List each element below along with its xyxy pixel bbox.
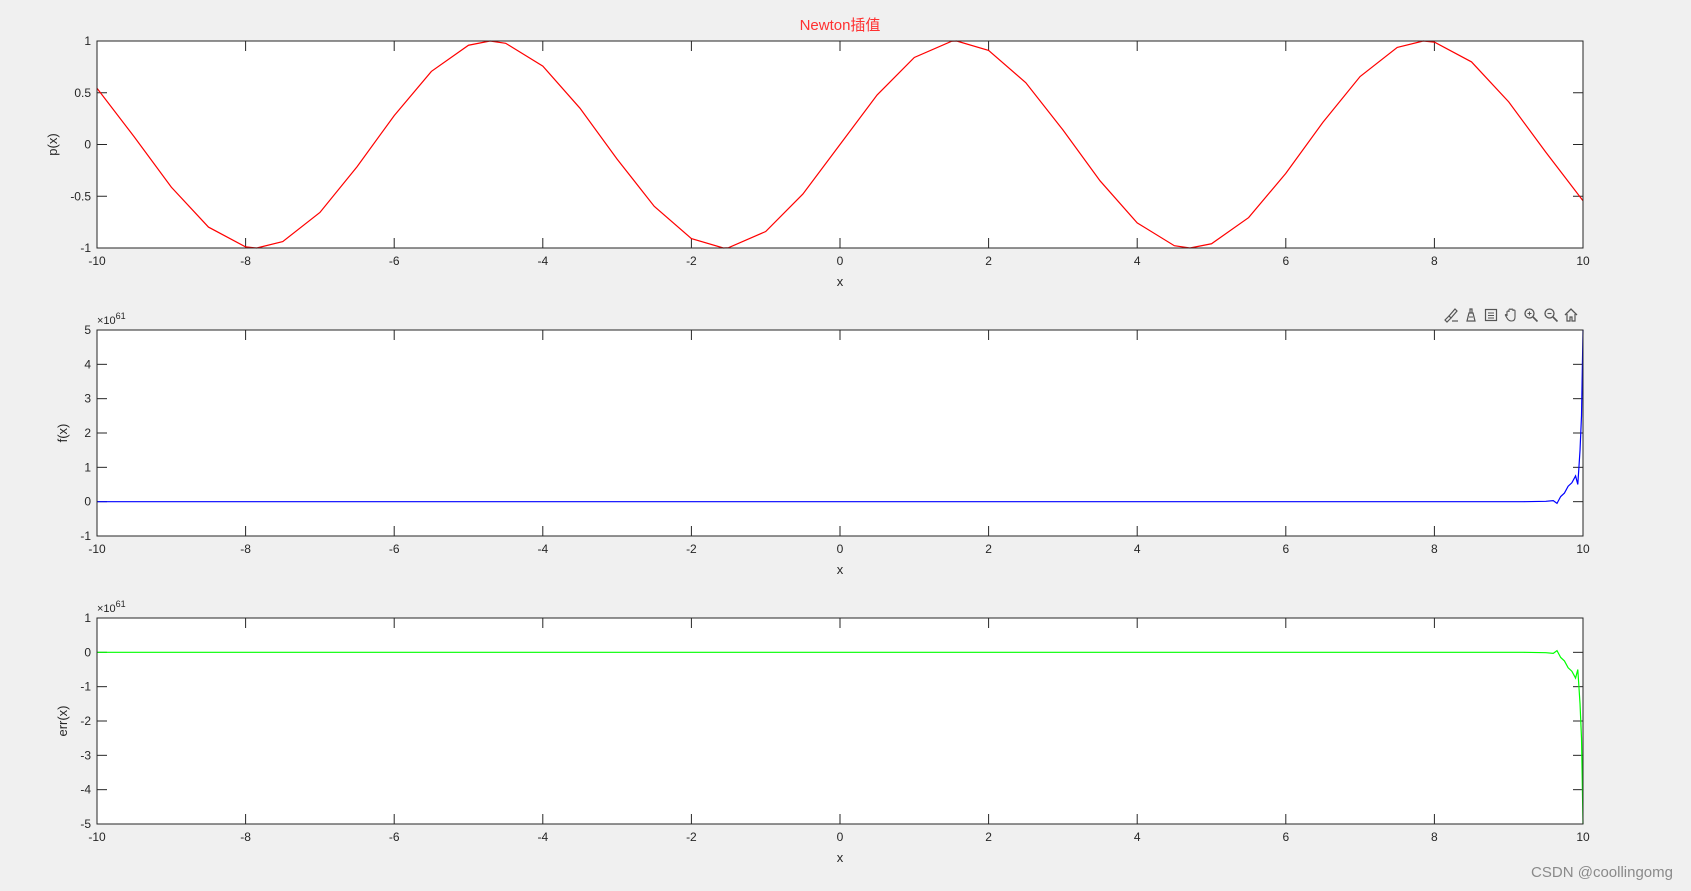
x-tick-label: 8 — [1431, 830, 1438, 844]
y-tick-label: -1 — [80, 680, 91, 694]
y-axis-label: p(x) — [45, 133, 60, 155]
x-tick-label: -10 — [88, 830, 106, 844]
x-tick-label: 8 — [1431, 542, 1438, 556]
y-axis-label: err(x) — [55, 705, 70, 736]
plot-area — [97, 330, 1583, 536]
x-tick-label: -8 — [240, 830, 251, 844]
x-tick-label: 2 — [985, 254, 992, 268]
figure-title: Newton插值 — [800, 17, 881, 34]
x-tick-label: 0 — [837, 542, 844, 556]
y-tick-label: 0 — [84, 138, 91, 152]
y-tick-label: -1 — [80, 241, 91, 255]
x-tick-label: -2 — [686, 830, 697, 844]
x-axis-label: x — [837, 274, 844, 289]
axes-f: -10 -8 -6 -4 -2 0 2 4 6 8 10543210-1×1061xf(x) — [55, 311, 1590, 577]
y-tick-label: -3 — [80, 748, 91, 762]
watermark: CSDN @coollingomg — [1531, 864, 1673, 881]
x-tick-label: 6 — [1282, 542, 1289, 556]
y-tick-label: -2 — [80, 714, 91, 728]
y-exponent-label: ×1061 — [97, 311, 126, 327]
x-tick-label: -4 — [537, 830, 548, 844]
x-tick-label: 4 — [1134, 830, 1141, 844]
x-tick-label: -6 — [389, 254, 400, 268]
x-tick-label: -2 — [686, 542, 697, 556]
figure: Newton插值 -10 -8 -6 -4 -2 0 2 4 6 8 1010.50-0.5-1xp… — [45, 17, 1590, 865]
data-tips-icon[interactable] — [1462, 306, 1480, 324]
x-tick-label: -10 — [88, 254, 106, 268]
x-tick-label: -10 — [88, 542, 106, 556]
axes-p: -10 -8 -6 -4 -2 0 2 4 6 8 10 1 0.5 0 -0.5 -1 x p(x) — [45, 34, 1590, 289]
x-tick-label: -4 — [537, 542, 548, 556]
x-tick-label: 0 — [837, 830, 844, 844]
x-tick-label: 10 — [1576, 830, 1590, 844]
y-tick-label: 5 — [84, 323, 91, 337]
y-tick-label: -0.5 — [70, 189, 91, 203]
plot-area — [97, 618, 1583, 824]
brush-icon[interactable] — [1442, 306, 1460, 324]
x-axis-label: x — [837, 562, 844, 577]
x-tick-label: -6 — [389, 542, 400, 556]
x-tick-label: -4 — [537, 254, 548, 268]
y-tick-label: 3 — [84, 392, 91, 406]
y-axis-label: f(x) — [55, 424, 70, 443]
pan-hand-icon[interactable] — [1502, 306, 1520, 324]
y-tick-label: 0.5 — [74, 86, 91, 100]
y-tick-label: 0 — [84, 645, 91, 659]
x-tick-label: 2 — [985, 830, 992, 844]
axes-err: -10 -8 -6 -4 -2 0 2 4 6 8 1010-1-2-3-4-5×1061xerr(… — [55, 599, 1590, 865]
x-tick-label: -8 — [240, 254, 251, 268]
y-tick-label: -1 — [80, 529, 91, 543]
y-tick-label: 2 — [84, 426, 91, 440]
x-tick-label: 6 — [1282, 254, 1289, 268]
y-tick-label: 1 — [84, 34, 91, 48]
y-tick-label: -4 — [80, 783, 91, 797]
x-tick-label: 10 — [1576, 542, 1590, 556]
y-tick-label: -5 — [80, 817, 91, 831]
zoom-in-icon[interactable] — [1522, 306, 1540, 324]
x-tick-label: -8 — [240, 542, 251, 556]
zoom-out-icon[interactable] — [1542, 306, 1560, 324]
y-tick-label: 1 — [84, 460, 91, 474]
y-tick-label: 1 — [84, 611, 91, 625]
x-tick-label: 4 — [1134, 542, 1141, 556]
x-axis-label: x — [837, 850, 844, 865]
x-tick-label: 8 — [1431, 254, 1438, 268]
x-tick-label: 2 — [985, 542, 992, 556]
home-icon[interactable] — [1562, 306, 1580, 324]
x-tick-label: -6 — [389, 830, 400, 844]
x-tick-label: 10 — [1576, 254, 1590, 268]
x-tick-label: 0 — [837, 254, 844, 268]
x-tick-label: 4 — [1134, 254, 1141, 268]
x-tick-label: -2 — [686, 254, 697, 268]
x-tick-label: 6 — [1282, 830, 1289, 844]
y-exponent-label: ×1061 — [97, 599, 126, 615]
y-tick-label: 4 — [84, 357, 91, 371]
legend-icon[interactable] — [1482, 306, 1500, 324]
axes-toolbar — [1442, 306, 1580, 324]
y-tick-label: 0 — [84, 495, 91, 509]
